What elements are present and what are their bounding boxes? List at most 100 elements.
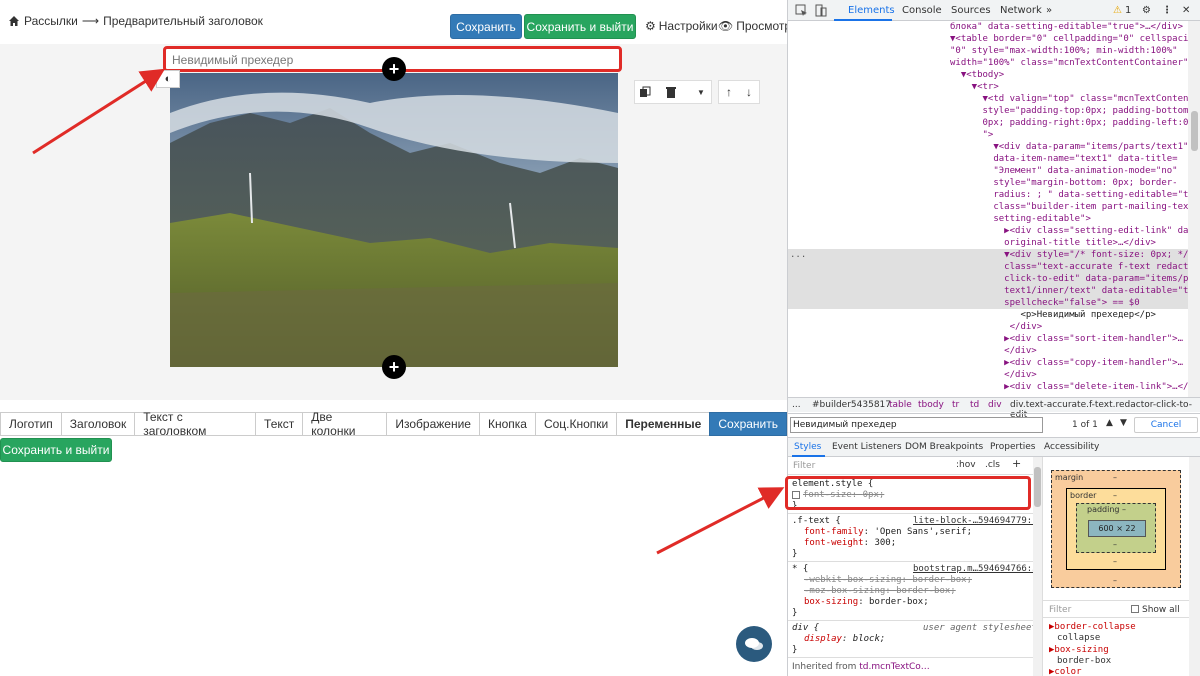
dom-line[interactable]: width="100%" class="mcnTextContentContai… [950, 57, 1188, 69]
crumb-builder[interactable]: #builder5435817 [812, 400, 891, 410]
dom-line[interactable]: </div> [950, 369, 1037, 381]
device-toggle-icon[interactable] [814, 4, 827, 17]
block-two-columns[interactable]: Две колонки [302, 410, 388, 438]
crumb-ellipsis[interactable]: ... [792, 400, 801, 410]
dom-line[interactable]: ▶<div class="sort-item-handler">… [950, 333, 1183, 345]
dom-line[interactable]: <p>Невидимый прехедер</p> [950, 309, 1155, 321]
cancel-search-button[interactable]: Cancel [1134, 417, 1198, 433]
block-image[interactable]: Изображение [386, 412, 480, 436]
dom-line[interactable]: class="text-accurate f-text redactor- [950, 261, 1188, 273]
dom-line[interactable]: ▼<td valign="top" class="mcnTextContent" [950, 93, 1189, 105]
block-variables[interactable]: Переменные [616, 412, 711, 436]
ftext-source-link[interactable]: lite-block-…594694779:1 [913, 516, 1038, 527]
show-all-box[interactable] [1131, 605, 1139, 613]
block-logo[interactable]: Логотип [0, 412, 62, 436]
cls-toggle[interactable]: .cls [985, 460, 1000, 471]
next-match-icon[interactable]: ▼ [1120, 418, 1127, 428]
styles-filter-input[interactable]: Filter [793, 461, 815, 472]
dom-line[interactable]: ▼<tr> [950, 81, 999, 93]
tab-console[interactable]: Console [902, 5, 942, 16]
dom-line[interactable]: 0px; padding-right:0px; padding-left:0px… [950, 117, 1189, 129]
dom-line[interactable]: </div> [950, 321, 1043, 333]
dom-line[interactable]: ▶<div class="setting-edit-link" data- [950, 225, 1188, 237]
move-down-button[interactable]: ↓ [739, 81, 759, 103]
tab-dom-breakpoints[interactable]: DOM Breakpoints [905, 442, 983, 452]
computed-item[interactable]: ▶border-collapse [1049, 622, 1136, 632]
crumb-tr[interactable]: tr [952, 400, 959, 410]
block-button[interactable]: Кнопка [478, 412, 536, 436]
dom-line[interactable]: data-item-name="text1" data-title= [950, 153, 1177, 165]
preview-link[interactable]: 👁 Просмотр [718, 19, 791, 33]
tab-sources[interactable]: Sources [951, 5, 991, 16]
hov-toggle[interactable]: :hov [956, 460, 976, 471]
ftext-selector[interactable]: .f-text { [792, 516, 841, 527]
kebab-menu-icon[interactable]: ⋮ [1162, 5, 1172, 16]
block-text-heading[interactable]: Текст с заголовком [134, 410, 257, 438]
dom-ellipsis[interactable]: ... [790, 249, 806, 261]
save-button[interactable]: Сохранить [450, 14, 522, 39]
dom-line[interactable]: ▼<div style="/* font-size: 0px; */" [950, 249, 1188, 261]
more-dropdown[interactable]: ▼ [691, 81, 711, 103]
dom-line[interactable]: style="padding-top:0px; padding-bottom: [950, 105, 1189, 117]
dom-line[interactable]: ▼<div data-param="items/parts/text1" [950, 141, 1188, 153]
delete-block-button[interactable] [661, 81, 681, 103]
dom-line[interactable]: text1/inner/text" data-editable="true" [950, 285, 1188, 297]
dom-line[interactable]: radius: ; " data-setting-editable="true" [950, 189, 1188, 201]
block-heading[interactable]: Заголовок [60, 412, 136, 436]
tab-event-listeners[interactable]: Event Listeners [832, 442, 902, 452]
close-icon[interactable]: ✕ [1182, 5, 1190, 16]
crumb-div[interactable]: div [988, 400, 1002, 410]
computed-scrollbar[interactable] [1189, 457, 1200, 676]
dom-line[interactable]: блока" data-setting-editable="true">…</d… [950, 21, 1183, 33]
star-source-link[interactable]: bootstrap.m…594694766:5 [913, 564, 1038, 575]
warning-icon[interactable]: ⚠ [1113, 5, 1122, 16]
add-block-bottom[interactable]: + [382, 355, 406, 379]
inherited-target[interactable]: td.mcnTextCo… [859, 662, 930, 672]
tab-styles[interactable]: Styles [794, 442, 821, 452]
tab-properties[interactable]: Properties [990, 442, 1035, 452]
bottom-save-exit-button[interactable]: Сохранить и выйти [0, 438, 112, 462]
computed-filter-input[interactable]: Filter [1049, 605, 1071, 615]
contrast-toggle[interactable]: ◐ [156, 70, 180, 88]
dom-line[interactable]: "0" style="max-width:100%; min-width:100… [950, 45, 1178, 57]
crumb-table[interactable]: table [889, 400, 912, 410]
home-icon[interactable] [8, 15, 20, 27]
dom-line[interactable]: original-title title>…</div> [950, 237, 1156, 249]
dom-line[interactable]: ▼<table border="0" cellpadding="0" cells… [950, 33, 1188, 45]
inspect-icon[interactable] [795, 4, 808, 17]
dom-search-input[interactable]: Невидимый прехедер [790, 417, 1043, 433]
dom-scroll-thumb[interactable] [1191, 111, 1198, 151]
tab-network[interactable]: Network [1000, 5, 1042, 16]
new-rule-icon[interactable]: + [1012, 458, 1021, 469]
crumb-tbody[interactable]: tbody [918, 400, 944, 410]
dom-line[interactable]: </div> [950, 345, 1037, 357]
chat-widget[interactable] [736, 626, 772, 662]
dom-line[interactable]: setting-editable"> [950, 213, 1091, 225]
tab-elements[interactable]: Elements [848, 5, 895, 16]
prev-match-icon[interactable]: ▲ [1106, 418, 1113, 428]
dom-line[interactable]: ▶<div class="delete-item-link">…</div> [950, 381, 1188, 393]
copy-block-button[interactable] [635, 81, 655, 103]
styles-scrollbar[interactable] [1033, 457, 1042, 676]
styles-scroll-thumb[interactable] [1034, 467, 1041, 507]
settings-link[interactable]: ⚙ Настройки [645, 19, 718, 33]
dom-scrollbar[interactable] [1188, 21, 1200, 397]
more-tabs-icon[interactable]: » [1046, 5, 1052, 16]
star-decl-1[interactable]: -webkit-box-sizing: border-box; [804, 575, 972, 586]
breadcrumb-parent[interactable]: Рассылки [24, 14, 78, 28]
dom-line[interactable]: "Элемент" data-animation-mode="no" [950, 165, 1177, 177]
ftext-decl-1[interactable]: font-family: 'Open Sans',serif; [804, 527, 972, 538]
block-social[interactable]: Соц.Кнопки [534, 412, 618, 436]
dom-line[interactable]: click-to-edit" data-param="items/parts/ [950, 273, 1188, 285]
computed-item[interactable]: ▶color [1049, 667, 1082, 676]
gear-icon[interactable]: ⚙ [1142, 5, 1151, 16]
show-all-checkbox[interactable]: Show all [1131, 604, 1180, 615]
dom-line[interactable]: class="builder-item part-mailing-text [950, 201, 1188, 213]
star-decl-3[interactable]: box-sizing: border-box; [804, 597, 929, 608]
block-text[interactable]: Текст [255, 412, 304, 436]
move-up-button[interactable]: ↑ [719, 81, 739, 103]
mountain-photo[interactable] [170, 73, 618, 367]
dom-line[interactable]: style="margin-bottom: 0px; border- [950, 177, 1177, 189]
tab-accessibility[interactable]: Accessibility [1044, 442, 1099, 452]
block-save[interactable]: Сохранить [709, 412, 787, 436]
